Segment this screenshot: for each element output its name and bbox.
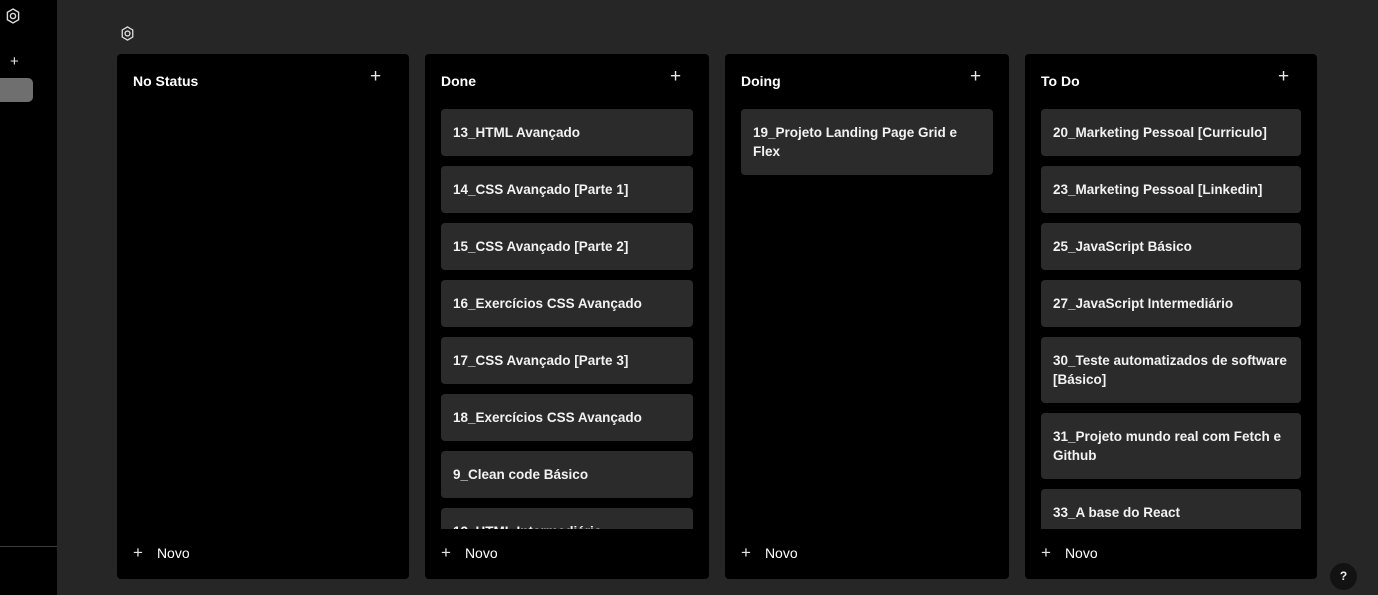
settings-icon[interactable] bbox=[5, 8, 21, 24]
column-title: No Status bbox=[133, 73, 199, 89]
column-to-do: To Do + 20_Marketing Pessoal [Curriculo]… bbox=[1025, 54, 1317, 579]
column-doing: Doing + 19_Projeto Landing Page Grid e F… bbox=[725, 54, 1009, 579]
column-title: Doing bbox=[741, 73, 781, 89]
card-list: 20_Marketing Pessoal [Curriculo] 23_Mark… bbox=[1041, 109, 1301, 529]
card[interactable]: 33_A base do React bbox=[1041, 489, 1301, 529]
card[interactable]: 16_Exercícios CSS Avançado bbox=[441, 280, 693, 327]
card-list bbox=[133, 109, 393, 529]
column-add-button[interactable]: + bbox=[670, 67, 681, 87]
card-list: 19_Projeto Landing Page Grid e Flex bbox=[741, 109, 993, 529]
new-card-label: Novo bbox=[764, 545, 798, 561]
card-list: 13_HTML Avançado 14_CSS Avançado [Parte … bbox=[441, 109, 693, 529]
card[interactable]: 13_HTML Avançado bbox=[441, 109, 693, 156]
new-card-label: Novo bbox=[1064, 545, 1098, 561]
card[interactable]: 20_Marketing Pessoal [Curriculo] bbox=[1041, 109, 1301, 156]
board-settings-icon[interactable] bbox=[120, 26, 135, 41]
column-add-button[interactable]: + bbox=[370, 67, 381, 87]
card[interactable]: 19_Projeto Landing Page Grid e Flex bbox=[741, 109, 993, 175]
new-card-button[interactable]: + Novo bbox=[741, 543, 798, 562]
help-button[interactable]: ? bbox=[1330, 563, 1357, 590]
plus-icon: + bbox=[441, 543, 451, 562]
sidebar: + bbox=[0, 0, 57, 595]
new-card-label: Novo bbox=[156, 545, 190, 561]
column-add-button[interactable]: + bbox=[970, 67, 981, 87]
card[interactable]: 12_HTML Intermediário bbox=[441, 508, 693, 529]
card[interactable]: 25_JavaScript Básico bbox=[1041, 223, 1301, 270]
card[interactable]: 31_Projeto mundo real com Fetch e Github bbox=[1041, 413, 1301, 479]
new-card-button[interactable]: + Novo bbox=[441, 543, 498, 562]
card[interactable]: 18_Exercícios CSS Avançado bbox=[441, 394, 693, 441]
add-page-button[interactable]: + bbox=[10, 54, 19, 70]
column-title: Done bbox=[441, 73, 476, 89]
plus-icon: + bbox=[1041, 543, 1051, 562]
card[interactable]: 27_JavaScript Intermediário bbox=[1041, 280, 1301, 327]
card[interactable]: 15_CSS Avançado [Parte 2] bbox=[441, 223, 693, 270]
column-add-button[interactable]: + bbox=[1278, 67, 1289, 87]
sidebar-item-active[interactable] bbox=[0, 78, 33, 102]
plus-icon: + bbox=[133, 543, 143, 562]
plus-icon: + bbox=[741, 543, 751, 562]
card[interactable]: 9_Clean code Básico bbox=[441, 451, 693, 498]
new-card-button[interactable]: + Novo bbox=[133, 543, 190, 562]
column-title: To Do bbox=[1041, 73, 1080, 89]
card[interactable]: 23_Marketing Pessoal [Linkedin] bbox=[1041, 166, 1301, 213]
sidebar-divider bbox=[0, 546, 57, 547]
card[interactable]: 14_CSS Avançado [Parte 1] bbox=[441, 166, 693, 213]
new-card-button[interactable]: + Novo bbox=[1041, 543, 1098, 562]
new-card-label: Novo bbox=[464, 545, 498, 561]
card[interactable]: 30_Teste automatizados de software [Bási… bbox=[1041, 337, 1301, 403]
column-done: Done + 13_HTML Avançado 14_CSS Avançado … bbox=[425, 54, 709, 579]
card[interactable]: 17_CSS Avançado [Parte 3] bbox=[441, 337, 693, 384]
column-no-status: No Status + + Novo bbox=[117, 54, 409, 579]
